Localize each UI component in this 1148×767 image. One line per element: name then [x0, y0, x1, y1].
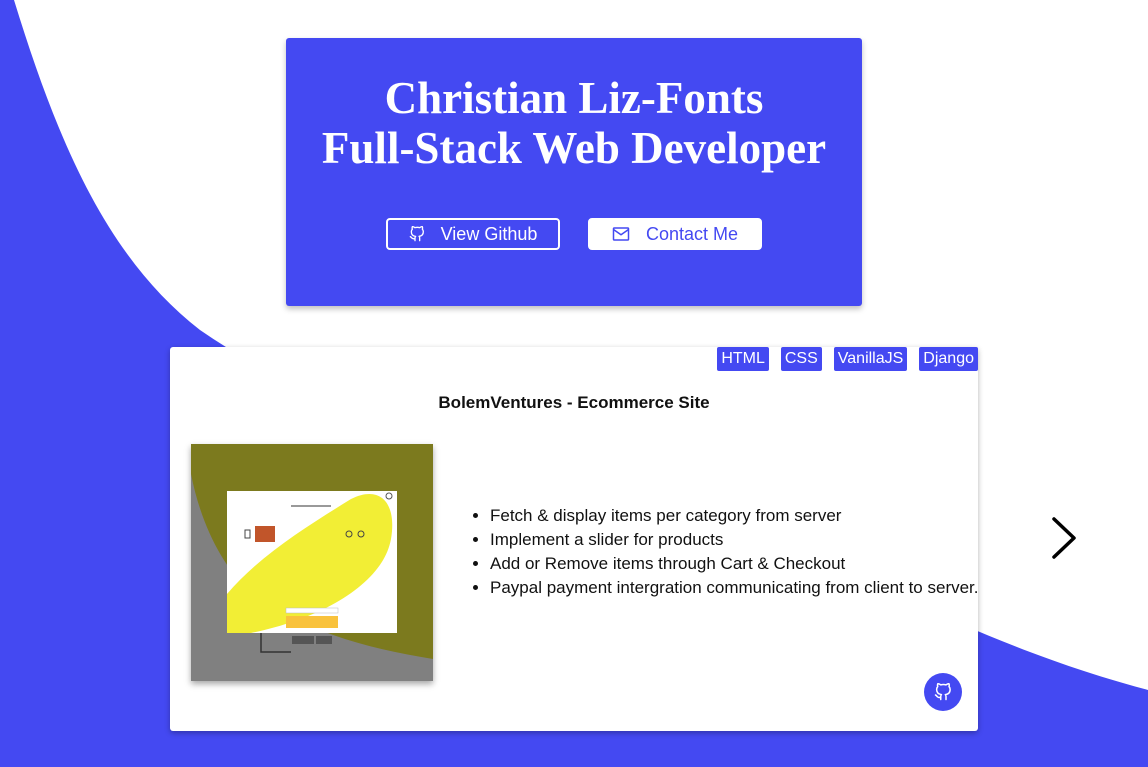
tech-tags: HTML CSS VanillaJS Django	[717, 347, 978, 371]
project-screenshot	[191, 444, 433, 681]
project-card: HTML CSS VanillaJS Django BolemVentures …	[170, 347, 979, 731]
tag-css: CSS	[780, 347, 822, 371]
view-github-label: View Github	[440, 223, 538, 244]
github-icon	[934, 683, 951, 701]
list-item: Implement a slider for products	[490, 528, 990, 552]
mail-icon	[612, 227, 630, 241]
hero-banner: Christian Liz-Fonts Full-Stack Web Devel…	[286, 38, 862, 306]
view-github-button[interactable]: View Github	[386, 218, 560, 250]
project-title: BolemVentures - Ecommerce Site	[438, 393, 710, 412]
tag-html: HTML	[717, 347, 769, 371]
github-icon	[409, 226, 424, 242]
contact-me-label: Contact Me	[645, 223, 739, 244]
tag-django: Django	[919, 347, 978, 371]
list-item: Fetch & display items per category from …	[490, 504, 990, 528]
project-github-button[interactable]	[924, 673, 962, 711]
tag-vanillajs: VanillaJS	[833, 347, 908, 371]
hero-name: Christian Liz-Fonts	[384, 73, 764, 123]
list-item: Add or Remove items through Cart & Check…	[490, 552, 990, 576]
contact-me-button[interactable]: Contact Me	[588, 218, 762, 250]
feature-list: Fetch & display items per category from …	[468, 504, 990, 600]
chevron-right-icon[interactable]	[1048, 515, 1080, 561]
hero-role: Full-Stack Web Developer	[321, 123, 827, 173]
list-item: Paypal payment intergration communicatin…	[490, 576, 990, 600]
